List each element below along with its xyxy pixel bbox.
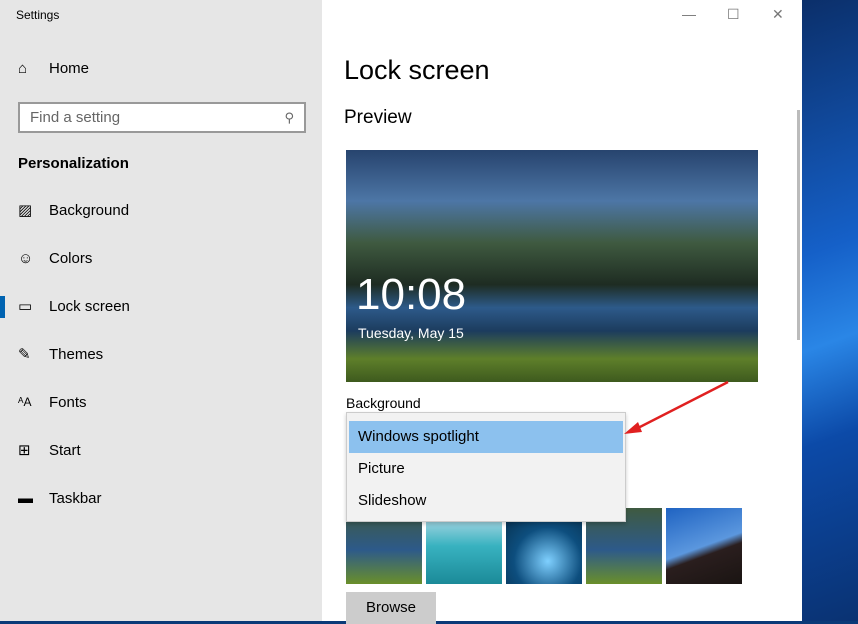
fonts-icon: ᴬA — [18, 395, 32, 409]
sidebar-item-label: Fonts — [49, 393, 87, 411]
option-windows-spotlight[interactable]: Windows spotlight — [349, 421, 623, 453]
picture-icon: ▨ — [18, 202, 33, 219]
sidebar-item-label: Background — [49, 201, 130, 219]
search-icon: ⚲ — [284, 109, 294, 125]
sidebar-item-label: Lock screen — [49, 297, 130, 315]
minimize-button[interactable]: — — [682, 6, 696, 22]
sidebar-item-start[interactable]: ⊞ Start — [0, 426, 322, 474]
sidebar-item-taskbar[interactable]: ▬ Taskbar — [0, 474, 322, 522]
option-slideshow[interactable]: Slideshow — [347, 485, 625, 517]
browse-button[interactable]: Browse — [346, 592, 436, 624]
search-placeholder: Find a setting — [30, 109, 121, 126]
home-label: Home — [49, 60, 90, 77]
taskbar-icon: ▬ — [18, 489, 33, 507]
sidebar: Settings ⌂ Home Find a setting ⚲ Personali… — [0, 0, 322, 621]
preview-date: Tuesday, May 15 — [358, 325, 464, 341]
sidebar-item-label: Start — [49, 441, 81, 459]
sidebar-item-lock-screen[interactable]: ▭ Lock screen — [0, 282, 322, 330]
background-dropdown[interactable]: Windows spotlight Picture Slideshow — [346, 412, 626, 522]
search-input[interactable]: Find a setting ⚲ — [18, 102, 306, 133]
themes-icon: ✎ — [18, 346, 31, 363]
sidebar-item-label: Taskbar — [49, 489, 102, 507]
page-title: Lock screen — [344, 55, 490, 85]
section-heading: Personalization — [18, 155, 129, 172]
close-button[interactable]: ✕ — [772, 6, 784, 23]
sidebar-item-fonts[interactable]: ᴬA Fonts — [0, 378, 322, 426]
settings-window: Settings ⌂ Home Find a setting ⚲ Personali… — [0, 0, 802, 624]
home-icon: ⌂ — [18, 60, 28, 77]
sidebar-item-colors[interactable]: ☺ Colors — [0, 234, 322, 282]
sidebar-item-label: Themes — [49, 345, 104, 363]
maximize-button[interactable]: ☐ — [727, 6, 740, 23]
lock-screen-preview: 10:08 Tuesday, May 15 — [346, 150, 758, 382]
preview-heading: Preview — [344, 107, 412, 128]
thumbnail[interactable] — [666, 508, 742, 584]
scrollbar[interactable] — [797, 110, 800, 340]
palette-icon: ☺ — [18, 249, 34, 267]
desktop-background — [802, 0, 858, 621]
lock-screen-icon: ▭ — [18, 298, 33, 315]
sidebar-item-background[interactable]: ▨ Background — [0, 186, 322, 234]
start-icon: ⊞ — [18, 442, 31, 459]
annotation-arrow — [624, 380, 729, 434]
sidebar-item-themes[interactable]: ✎ Themes — [0, 330, 322, 378]
window-title: Settings — [16, 8, 60, 22]
background-label: Background — [346, 395, 421, 411]
option-picture[interactable]: Picture — [347, 453, 625, 485]
sidebar-item-label: Colors — [49, 249, 93, 267]
home-link[interactable]: ⌂ Home — [18, 60, 89, 77]
preview-time: 10:08 — [356, 270, 467, 319]
